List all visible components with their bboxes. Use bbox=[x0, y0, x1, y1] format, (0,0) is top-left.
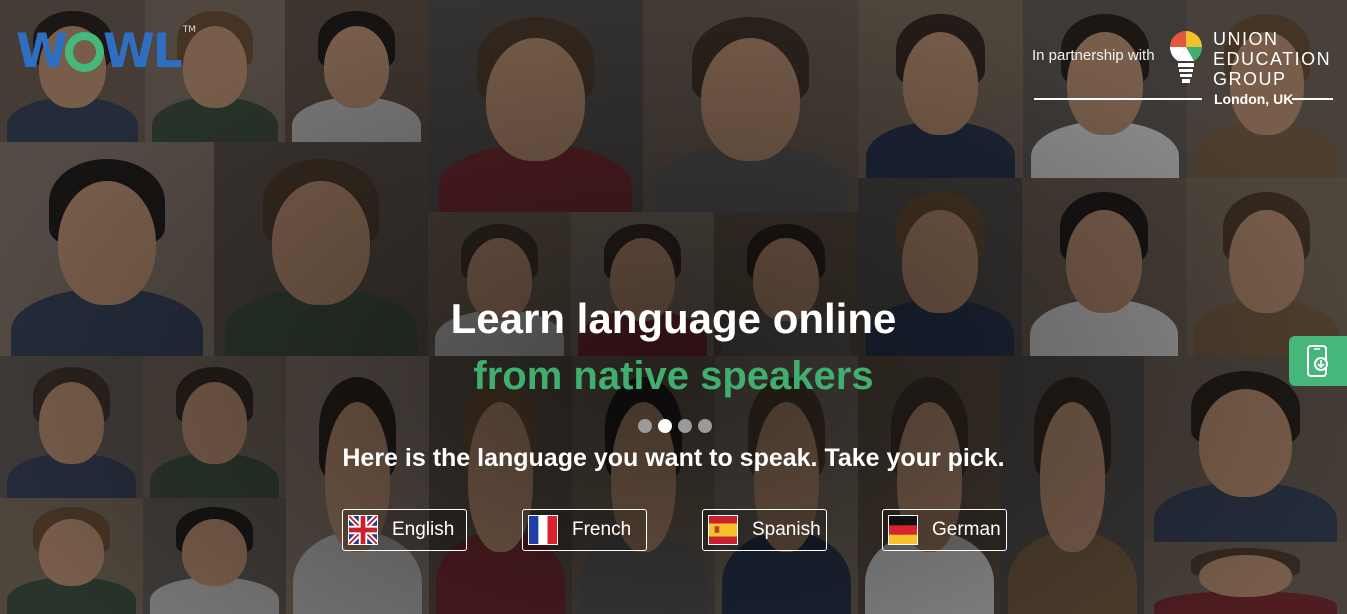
spain-flag-icon bbox=[708, 515, 738, 545]
carousel-dot-4[interactable] bbox=[698, 419, 712, 433]
hero-headline: Learn language online bbox=[450, 295, 897, 342]
uk-flag-icon bbox=[348, 515, 378, 545]
divider-line bbox=[1034, 98, 1202, 100]
union-education-group-logo[interactable]: UNION EDUCATION GROUP London, UK bbox=[1166, 29, 1342, 109]
carousel-dot-1[interactable] bbox=[638, 419, 652, 433]
hero-tagline: Here is the language you want to speak. … bbox=[342, 444, 1005, 472]
language-button-spanish[interactable]: Spanish bbox=[702, 509, 827, 551]
language-button-english[interactable]: English bbox=[342, 509, 467, 551]
hero-section: W WL TM In partnership with UNION EDUCATI… bbox=[0, 0, 1347, 614]
carousel-dot-2[interactable] bbox=[658, 419, 672, 433]
france-flag-icon bbox=[528, 515, 558, 545]
language-label: English bbox=[392, 519, 455, 540]
logo-trademark: TM bbox=[182, 25, 196, 35]
carousel-dot-3[interactable] bbox=[678, 419, 692, 433]
mobile-download-icon bbox=[1307, 345, 1328, 377]
mobile-app-tab[interactable] bbox=[1289, 336, 1347, 386]
partnership-label: In partnership with bbox=[1032, 47, 1155, 64]
carousel-indicators bbox=[638, 419, 712, 433]
union-education-group-name: UNION EDUCATION GROUP bbox=[1213, 29, 1332, 89]
partner-location: London, UK bbox=[1214, 91, 1294, 107]
language-button-german[interactable]: German bbox=[882, 509, 1007, 551]
germany-flag-icon bbox=[888, 515, 918, 545]
divider-line bbox=[1292, 98, 1333, 100]
logo-o-ring bbox=[64, 32, 104, 72]
wowl-logo[interactable]: W WL TM bbox=[16, 26, 196, 76]
lightbulb-icon bbox=[1169, 31, 1203, 83]
language-button-french[interactable]: French bbox=[522, 509, 647, 551]
language-label: French bbox=[572, 519, 632, 540]
language-label: Spanish bbox=[752, 519, 821, 540]
hero-subheadline: from native speakers bbox=[473, 354, 874, 398]
language-label: German bbox=[932, 519, 1001, 540]
